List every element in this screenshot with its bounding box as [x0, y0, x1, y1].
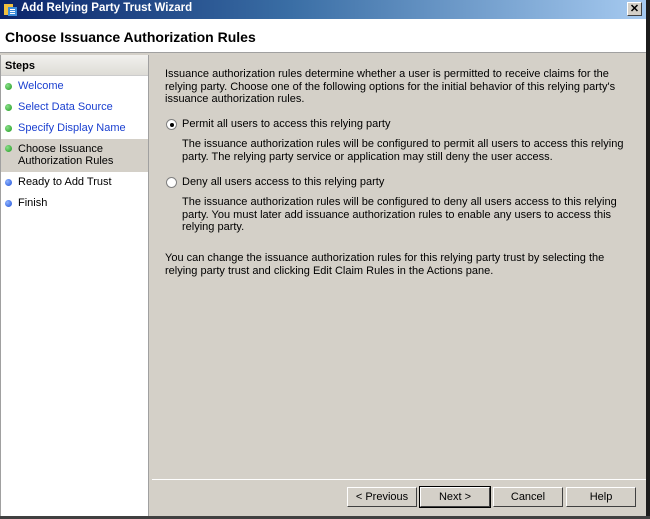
- step-link[interactable]: Select Data Source: [18, 101, 113, 113]
- close-button[interactable]: ✕: [627, 2, 642, 16]
- pending-step-icon: [5, 179, 12, 186]
- title-bar: Add Relying Party Trust Wizard ✕: [0, 0, 646, 19]
- wizard-app-icon: [4, 4, 17, 16]
- completed-step-icon: [5, 125, 12, 132]
- step-label: Finish: [18, 197, 48, 209]
- step-welcome[interactable]: Welcome: [1, 76, 148, 97]
- help-button[interactable]: Help: [566, 487, 636, 507]
- button-bar: < Previous Next > Cancel Help: [152, 481, 646, 516]
- page-title: Choose Issuance Authorization Rules: [5, 29, 256, 45]
- window-title: Add Relying Party Trust Wizard: [21, 2, 193, 14]
- window-edge: [646, 0, 650, 519]
- step-link[interactable]: Welcome: [18, 80, 64, 92]
- next-button[interactable]: Next >: [419, 486, 491, 508]
- step-select-data-source[interactable]: Select Data Source: [1, 97, 148, 118]
- pending-step-icon: [5, 200, 12, 207]
- steps-sidebar: Steps Welcome Select Data Source Specify…: [0, 55, 149, 516]
- step-finish: Finish: [1, 193, 148, 214]
- intro-text: Issuance authorization rules determine w…: [165, 68, 616, 105]
- radio-label[interactable]: Permit all users to access this relying …: [182, 118, 390, 130]
- radio-label[interactable]: Deny all users access to this relying pa…: [182, 176, 384, 188]
- change-rules-note: You can change the issuance authorizatio…: [165, 252, 605, 277]
- completed-step-icon: [5, 104, 12, 111]
- page-header: Choose Issuance Authorization Rules: [0, 19, 646, 53]
- step-label: Ready to Add Trust: [18, 176, 112, 188]
- current-step-icon: [5, 145, 12, 152]
- step-choose-issuance-authorization-rules: Choose Issuance Authorization Rules: [1, 139, 148, 172]
- previous-button[interactable]: < Previous: [347, 487, 417, 507]
- radio-button-unchecked[interactable]: [166, 177, 177, 188]
- step-link[interactable]: Specify Display Name: [18, 122, 126, 134]
- steps-header: Steps: [1, 55, 148, 76]
- deny-all-description: The issuance authorization rules will be…: [182, 196, 617, 233]
- permit-all-description: The issuance authorization rules will be…: [182, 138, 624, 163]
- close-icon: ✕: [629, 3, 640, 15]
- radio-button-checked[interactable]: [166, 119, 177, 130]
- step-label-line1: Choose Issuance: [18, 143, 103, 155]
- step-specify-display-name[interactable]: Specify Display Name: [1, 118, 148, 139]
- step-ready-to-add-trust: Ready to Add Trust: [1, 172, 148, 193]
- step-label-line2: Authorization Rules: [18, 155, 114, 167]
- completed-step-icon: [5, 83, 12, 90]
- content-pane: Issuance authorization rules determine w…: [152, 56, 646, 480]
- cancel-button[interactable]: Cancel: [493, 487, 563, 507]
